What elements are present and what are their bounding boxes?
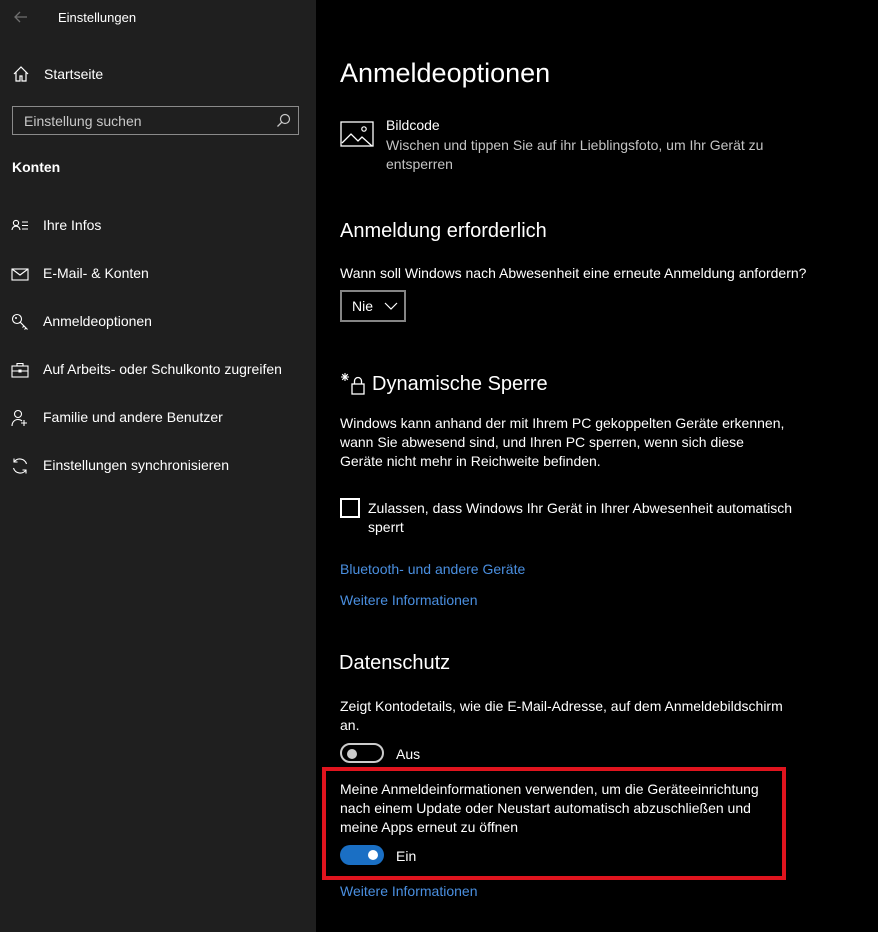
sync-icon bbox=[12, 458, 28, 474]
sidebar-item-label: Startseite bbox=[44, 66, 104, 82]
title-bar: Einstellungen bbox=[0, 0, 316, 34]
account-details-toggle[interactable] bbox=[340, 743, 384, 763]
page-title: Anmeldeoptionen bbox=[340, 58, 551, 88]
dynamic-lock-checkbox[interactable] bbox=[340, 498, 360, 518]
home-icon bbox=[13, 66, 29, 82]
privacy-more-info-link[interactable]: Weitere Informationen bbox=[340, 883, 477, 899]
account-details-text: Zeigt Kontodetails, wie die E-Mail-Adres… bbox=[340, 698, 783, 733]
require-signin-dropdown[interactable]: Nie bbox=[340, 290, 406, 322]
dynamic-lock-heading: Dynamische Sperre bbox=[372, 373, 548, 395]
sidebar-item-label: E-Mail- & Konten bbox=[43, 265, 149, 281]
sidebar-item-work-school[interactable]: Auf Arbeits- oder Schulkonto zugreifen bbox=[0, 350, 316, 390]
highlight-annotation bbox=[322, 767, 786, 880]
sidebar-item-label: Familie und andere Benutzer bbox=[43, 409, 223, 425]
sidebar-item-your-info[interactable]: Ihre Infos bbox=[0, 206, 316, 246]
dynamic-lock-description: Windows kann anhand der mit Ihrem PC gek… bbox=[340, 415, 785, 469]
back-arrow-icon bbox=[14, 11, 27, 23]
dropdown-value: Nie bbox=[352, 298, 374, 314]
sidebar-item-email-accounts[interactable]: E-Mail- & Konten bbox=[0, 254, 316, 294]
picture-password-description: Wischen und tippen Sie auf ihr Lieblings… bbox=[386, 137, 764, 172]
sidebar-section-title: Konten bbox=[12, 159, 61, 175]
dynamic-lock-icon bbox=[341, 373, 365, 395]
dynamic-lock-more-info-link[interactable]: Weitere Informationen bbox=[340, 592, 477, 608]
dynamic-lock-checkbox-label[interactable]: Zulassen, dass Windows Ihr Gerät in Ihre… bbox=[368, 499, 828, 537]
require-signin-question: Wann soll Windows nach Abwesenheit eine … bbox=[340, 265, 807, 281]
sidebar-item-label: Auf Arbeits- oder Schulkonto zugreifen bbox=[43, 361, 282, 377]
picture-icon bbox=[340, 121, 374, 147]
account-details-state: Aus bbox=[396, 746, 421, 762]
sidebar-item-label: Ihre Infos bbox=[43, 217, 102, 233]
search-icon[interactable] bbox=[276, 113, 291, 128]
add-person-icon bbox=[11, 409, 27, 427]
chevron-down-icon bbox=[384, 302, 398, 310]
sidebar-item-label: Anmeldeoptionen bbox=[43, 313, 152, 329]
search-input[interactable]: Einstellung suchen bbox=[12, 106, 299, 135]
contact-card-icon bbox=[11, 219, 28, 231]
mail-icon bbox=[11, 268, 29, 281]
require-signin-heading: Anmeldung erforderlich bbox=[340, 220, 547, 242]
window-title: Einstellungen bbox=[58, 10, 137, 25]
key-icon bbox=[11, 313, 28, 330]
sidebar-item-sync[interactable]: Einstellungen synchronisieren bbox=[0, 446, 316, 486]
sidebar-item-label: Einstellungen synchronisieren bbox=[43, 457, 229, 473]
bluetooth-devices-link[interactable]: Bluetooth- und andere Geräte bbox=[340, 561, 525, 577]
picture-password-title[interactable]: Bildcode bbox=[386, 117, 440, 133]
sidebar-item-family[interactable]: Familie und andere Benutzer bbox=[0, 398, 316, 438]
sidebar: Einstellungen Startseite Einstellung suc… bbox=[0, 0, 316, 932]
sidebar-item-home[interactable]: Startseite bbox=[0, 56, 316, 92]
sidebar-item-sign-in-options[interactable]: Anmeldeoptionen bbox=[0, 302, 316, 342]
toggle-knob bbox=[347, 749, 357, 759]
privacy-heading: Datenschutz bbox=[339, 652, 451, 674]
search-placeholder: Einstellung suchen bbox=[24, 113, 142, 129]
back-button[interactable] bbox=[10, 6, 32, 28]
briefcase-icon bbox=[11, 362, 29, 378]
